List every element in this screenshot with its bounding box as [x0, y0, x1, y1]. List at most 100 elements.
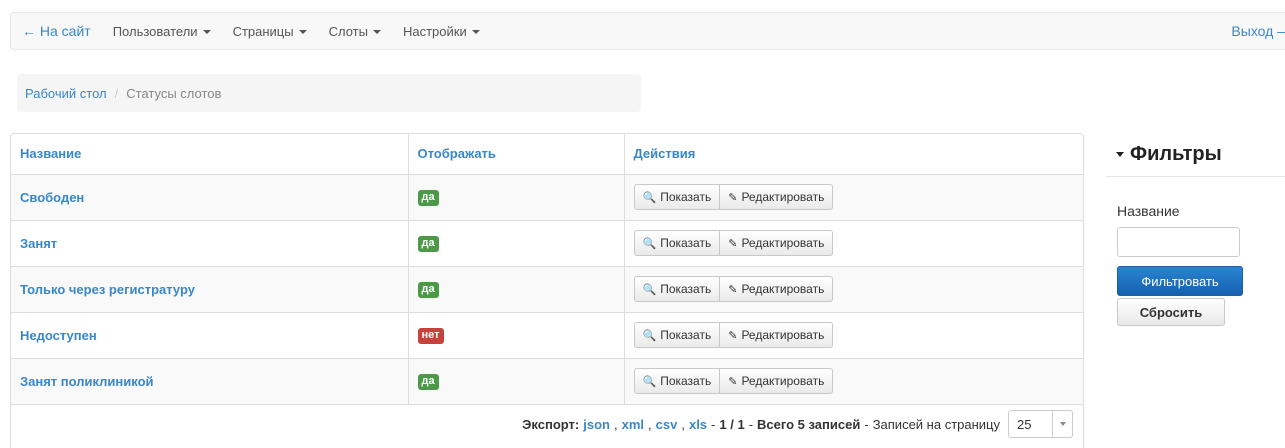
table-row: Занят да 🔍 Показать ✎ Редактировать — [11, 219, 1083, 266]
display-badge: нет — [417, 328, 444, 344]
show-button[interactable]: 🔍 Показать — [633, 276, 721, 302]
row-actions: 🔍 Показать ✎ Редактировать — [633, 276, 834, 302]
menu-users-label: Пользователи — [112, 23, 198, 39]
edit-button-label: Редактировать — [741, 282, 825, 296]
row-name-cell: Только через регистратуру — [11, 265, 408, 312]
chevron-down-icon — [1052, 411, 1072, 438]
column-header-display[interactable]: Отображать — [407, 134, 624, 174]
row-display-cell: да — [407, 357, 624, 404]
row-display-cell: да — [407, 219, 624, 266]
show-button-label: Показать — [660, 374, 712, 388]
table-row: Недоступен нет 🔍 Показать ✎ Редактироват… — [11, 311, 1083, 358]
navbar: ← На сайт Пользователи Страницы Слоты На… — [10, 12, 1285, 50]
edit-button[interactable]: ✎ Редактировать — [720, 276, 834, 302]
row-display-cell: да — [407, 173, 624, 220]
filter-name-label: Название — [1117, 203, 1180, 219]
row-name-link[interactable]: Недоступен — [20, 328, 97, 343]
zoom-in-icon: 🔍 — [642, 237, 657, 250]
show-button[interactable]: 🔍 Показать — [633, 368, 721, 394]
display-badge: да — [417, 190, 439, 206]
edit-button[interactable]: ✎ Редактировать — [720, 322, 834, 348]
edit-icon: ✎ — [728, 329, 738, 342]
breadcrumb-current: Статусы слотов — [126, 85, 222, 101]
menu-slots-label: Слоты — [328, 23, 368, 39]
filters-title-label: Фильтры — [1130, 142, 1222, 165]
edit-button-label: Редактировать — [741, 236, 825, 250]
breadcrumb-home[interactable]: Рабочий стол — [25, 86, 107, 101]
edit-button-label: Редактировать — [741, 190, 825, 204]
display-badge: да — [417, 374, 439, 390]
filter-name-input[interactable] — [1117, 227, 1240, 257]
export-label: Экспорт: — [522, 416, 580, 432]
show-button[interactable]: 🔍 Показать — [633, 322, 721, 348]
row-name-cell: Свободен — [11, 173, 408, 220]
collapse-triangle-icon — [1116, 151, 1124, 157]
caret-down-icon — [471, 29, 480, 34]
caret-down-icon — [202, 29, 211, 34]
menu-slots[interactable]: Слоты — [318, 24, 392, 39]
page-indicator: 1 / 1 — [719, 416, 745, 432]
logout-link[interactable]: Выход – — [1231, 23, 1285, 39]
edit-button[interactable]: ✎ Редактировать — [720, 230, 834, 256]
show-button-label: Показать — [660, 190, 712, 204]
display-badge: да — [417, 282, 439, 298]
table-row: Занят поликлиникой да 🔍 Показать ✎ Редак… — [11, 357, 1083, 404]
edit-button[interactable]: ✎ Редактировать — [720, 368, 834, 394]
caret-down-icon — [372, 29, 381, 34]
filter-button[interactable]: Фильтровать — [1117, 266, 1243, 296]
row-name-cell: Занят — [11, 219, 408, 266]
row-name-link[interactable]: Свободен — [20, 190, 84, 205]
footer-sep: - — [748, 416, 754, 432]
per-page-select[interactable]: 25 — [1008, 410, 1073, 439]
menu-pages[interactable]: Страницы — [222, 24, 318, 39]
footer-sep: - — [711, 416, 716, 432]
export-csv-link[interactable]: csv — [656, 417, 678, 432]
row-actions-cell: 🔍 Показать ✎ Редактировать — [623, 265, 1083, 312]
edit-button[interactable]: ✎ Редактировать — [720, 184, 834, 210]
edit-icon: ✎ — [728, 375, 738, 388]
filters-title[interactable]: Фильтры — [1106, 140, 1285, 177]
row-display-cell: да — [407, 265, 624, 312]
show-button[interactable]: 🔍 Показать — [633, 184, 721, 210]
edit-icon: ✎ — [728, 191, 738, 204]
back-to-site-link[interactable]: ← На сайт — [11, 23, 102, 39]
show-button[interactable]: 🔍 Показать — [633, 230, 721, 256]
row-name-link[interactable]: Занят — [20, 236, 57, 251]
show-button-label: Показать — [660, 282, 712, 296]
row-name-cell: Занят поликлиникой — [11, 357, 408, 404]
row-actions: 🔍 Показать ✎ Редактировать — [633, 184, 834, 210]
menu-settings[interactable]: Настройки — [392, 24, 491, 39]
row-actions-cell: 🔍 Показать ✎ Редактировать — [623, 219, 1083, 266]
row-actions: 🔍 Показать ✎ Редактировать — [633, 230, 834, 256]
filters-panel: Фильтры Название Фильтровать Сбросить — [1106, 140, 1285, 326]
export-json-link[interactable]: json — [583, 417, 610, 432]
edit-button-label: Редактировать — [741, 374, 825, 388]
reset-button[interactable]: Сбросить — [1117, 298, 1225, 326]
column-header-actions: Действия — [623, 134, 1083, 174]
zoom-in-icon: 🔍 — [642, 375, 657, 388]
per-page-label: Записей на страницу — [872, 416, 1000, 432]
row-display-cell: нет — [407, 311, 624, 358]
export-xml-link[interactable]: xml — [622, 417, 644, 432]
menu-users[interactable]: Пользователи — [102, 24, 222, 39]
menu-settings-label: Настройки — [402, 23, 467, 39]
row-actions-cell: 🔍 Показать ✎ Редактировать — [623, 173, 1083, 220]
row-name-cell: Недоступен — [11, 311, 408, 358]
footer-sep: - — [864, 416, 869, 432]
column-header-name[interactable]: Название — [11, 134, 408, 174]
table-row: Свободен да 🔍 Показать ✎ Редактировать — [11, 173, 1083, 220]
row-name-link[interactable]: Только через регистратуру — [20, 282, 195, 297]
per-page-value: 25 — [1017, 416, 1032, 432]
zoom-in-icon: 🔍 — [642, 283, 657, 296]
export-xls-link[interactable]: xls — [689, 417, 707, 432]
row-name-link[interactable]: Занят поликлиникой — [20, 374, 154, 389]
edit-icon: ✎ — [728, 237, 738, 250]
zoom-in-icon: 🔍 — [642, 191, 657, 204]
caret-down-icon — [298, 29, 307, 34]
row-actions-cell: 🔍 Показать ✎ Редактировать — [623, 357, 1083, 404]
table-row: Только через регистратуру да 🔍 Показать … — [11, 265, 1083, 312]
menu-pages-label: Страницы — [232, 23, 294, 39]
breadcrumb-separator: / — [114, 85, 119, 101]
table-footer: Экспорт: json, xml, csv, xls - 1 / 1 - В… — [522, 410, 1073, 439]
show-button-label: Показать — [660, 236, 712, 250]
